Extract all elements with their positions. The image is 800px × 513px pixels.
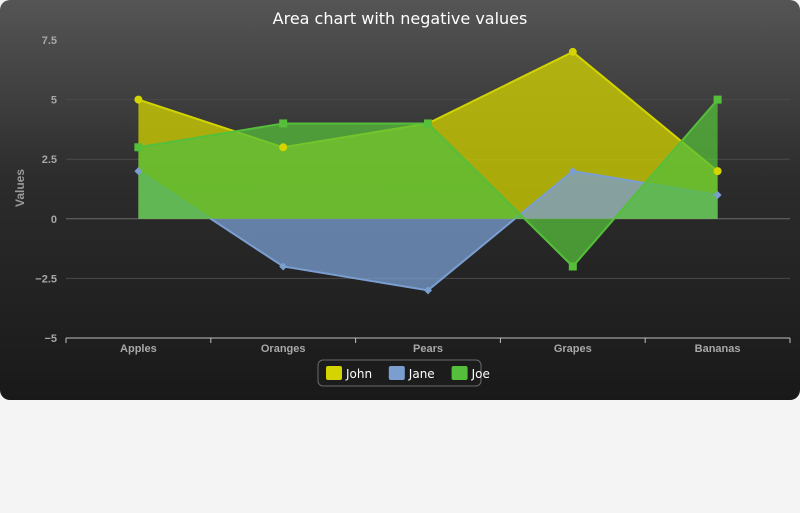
x-tick-label: Pears [413,343,443,355]
legend-swatch [451,366,468,380]
x-tick-label: Apples [120,343,157,355]
data-point-joe[interactable] [279,119,288,128]
x-tick-label: Grapes [554,343,592,355]
legend-label: Jane [408,367,435,381]
chart-title: Area chart with negative values [273,9,528,28]
y-tick-label: 5 [51,95,57,107]
y-axis-title: Values [13,169,27,207]
legend-item-jane[interactable]: Jane [388,366,435,381]
area-chart: Area chart with negative values Values 7… [13,9,791,387]
series-areas [137,50,719,292]
legend-label: Joe [471,367,490,381]
data-point-joe[interactable] [134,143,143,152]
y-axis-ticks: 7.5 5 2.5 0 −2.5 −5 [35,35,57,345]
data-point-john[interactable] [713,167,722,176]
y-tick-label: −2.5 [35,273,57,285]
data-point-joe[interactable] [713,95,722,104]
chart-card: Area chart with negative values Values 7… [0,0,800,400]
y-tick-label: −5 [44,333,57,345]
data-point-joe[interactable] [424,119,432,128]
y-tick-label: 2.5 [42,154,57,166]
legend-item-john[interactable]: John [326,366,372,381]
legend-swatch [388,366,405,380]
legend-item-joe[interactable]: Joe [451,366,490,381]
chart-legend[interactable]: John Jane Joe [317,359,490,387]
data-point-john[interactable] [134,95,143,104]
x-axis-ticks: Apples Oranges Pears Grapes Bananas [120,343,740,355]
legend-label: John [345,367,372,381]
legend-swatch [326,366,342,380]
x-tick-label: Oranges [261,343,306,355]
data-point-john[interactable] [279,143,288,152]
x-tick-label: Bananas [695,343,741,355]
y-tick-label: 0 [51,214,57,226]
data-point-joe[interactable] [568,262,577,271]
data-point-john[interactable] [568,47,577,56]
y-tick-label: 7.5 [42,35,57,47]
